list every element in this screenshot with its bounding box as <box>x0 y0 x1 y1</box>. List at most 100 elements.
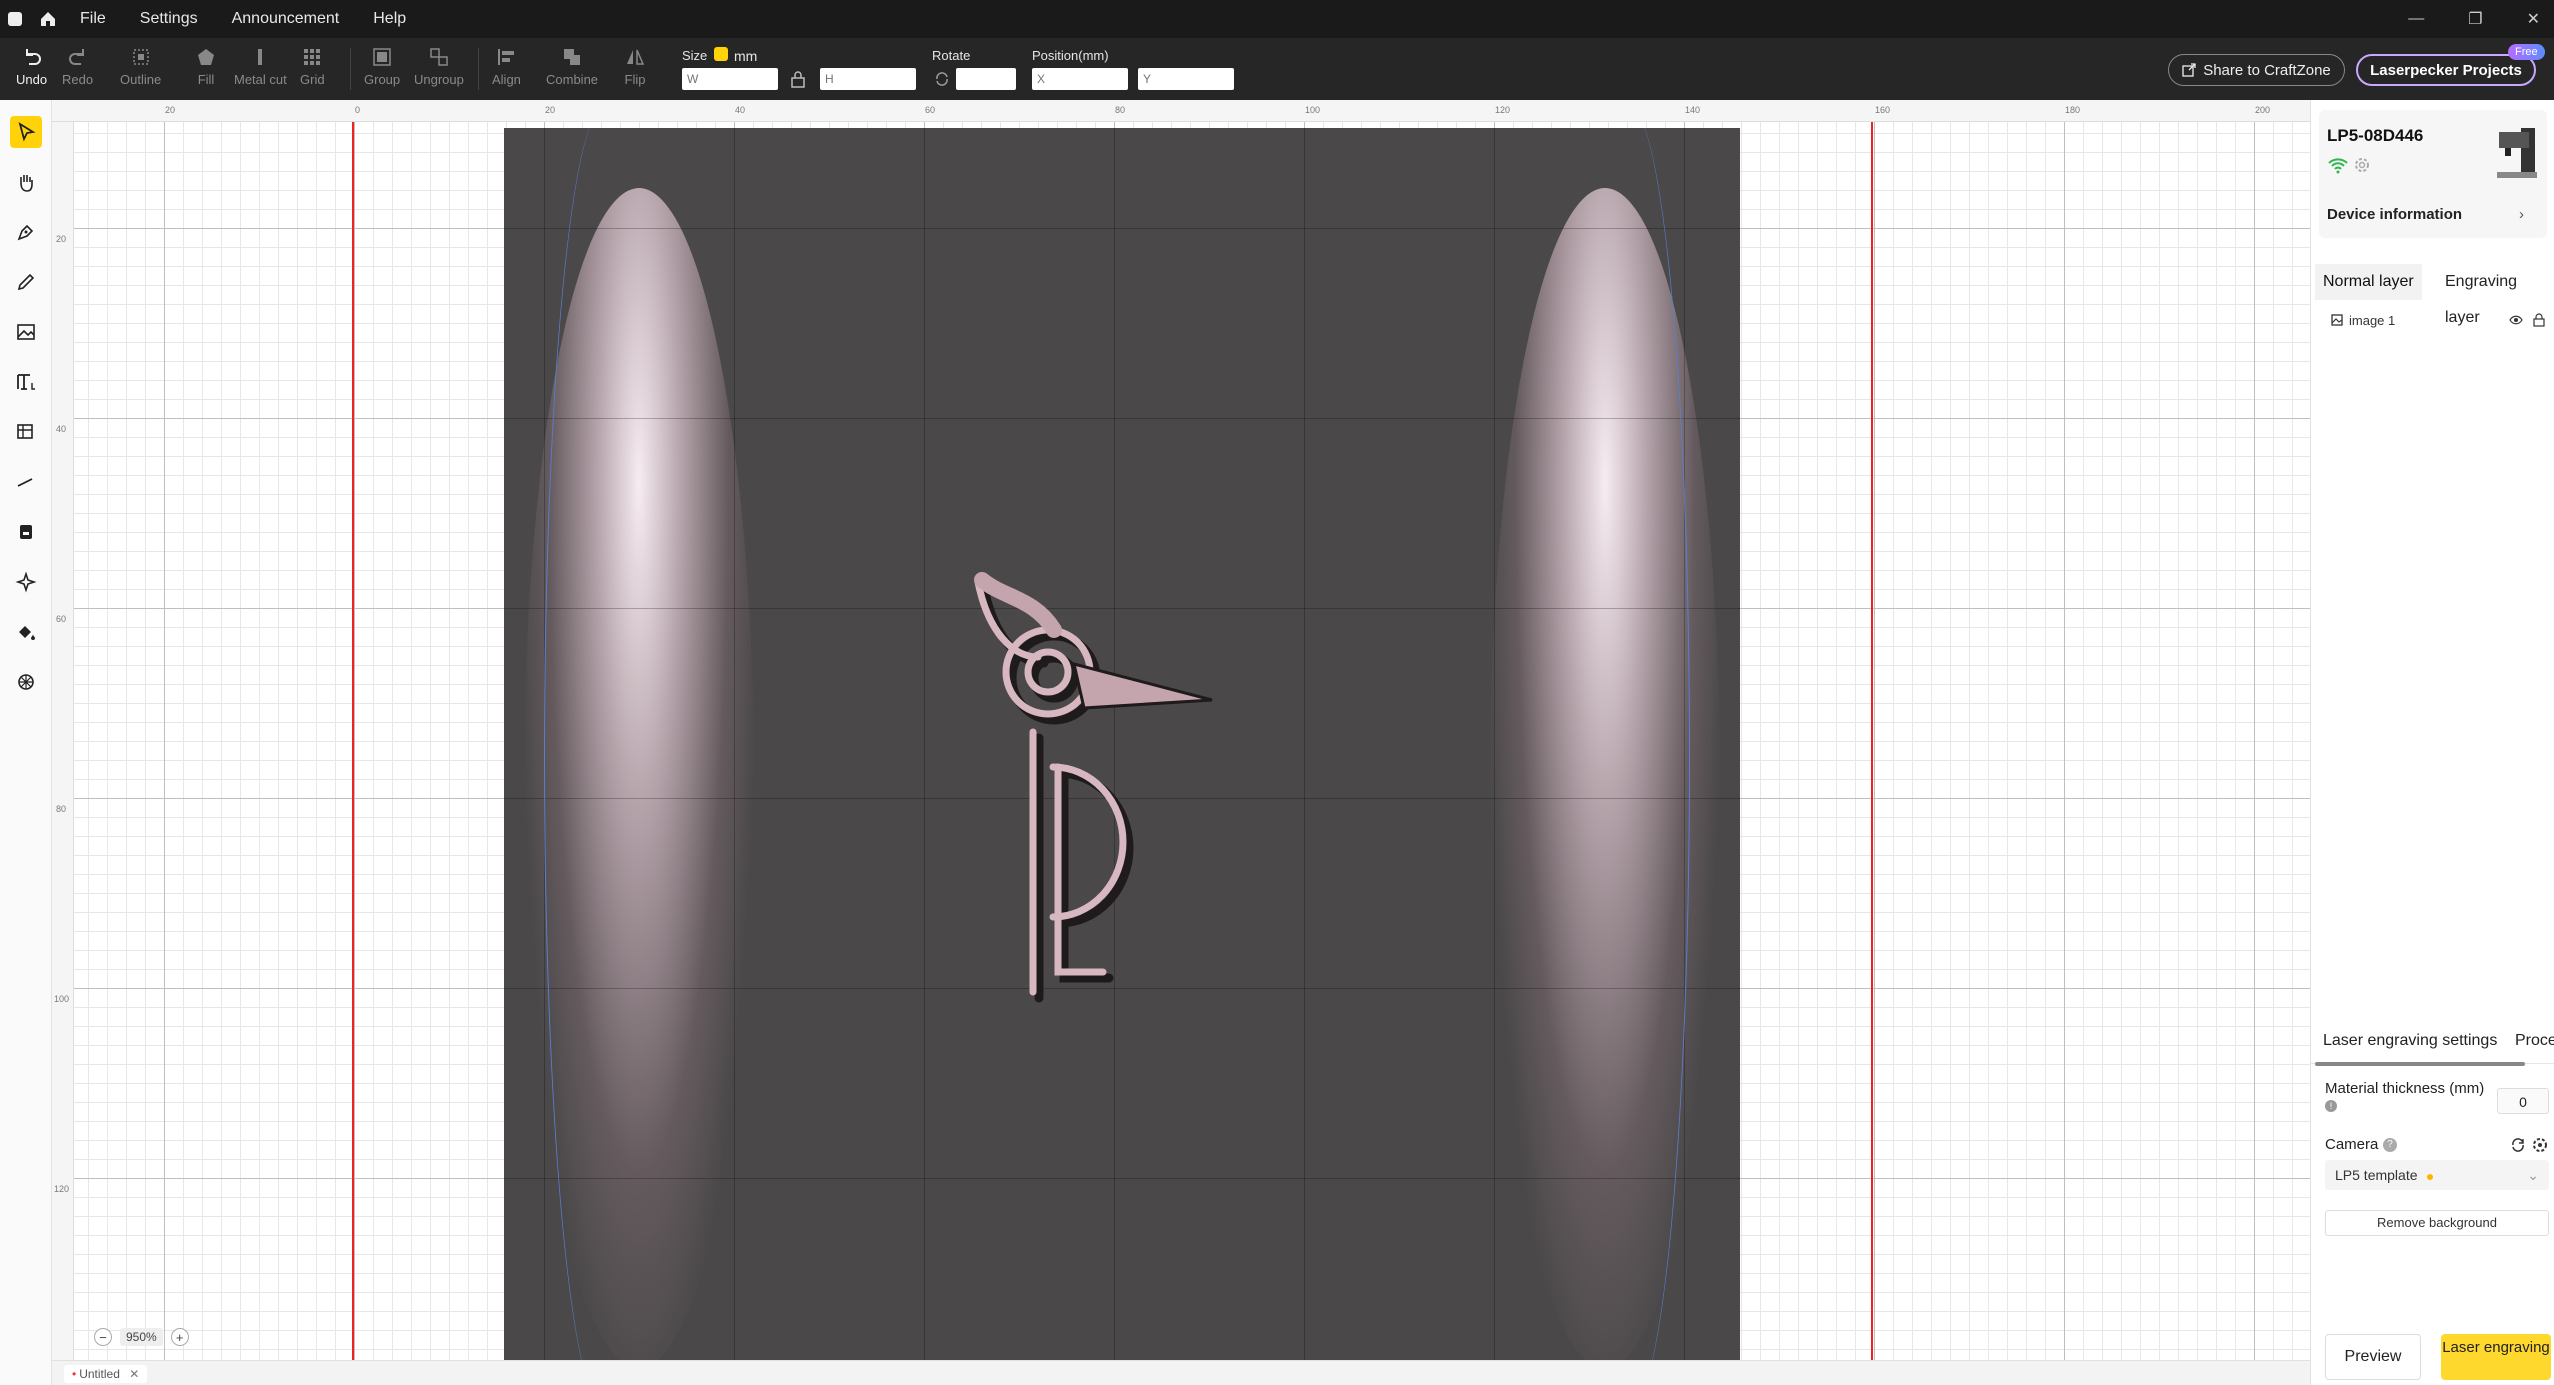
boundary-guide-left <box>352 122 354 1360</box>
ungroup-icon <box>430 48 448 66</box>
ruler-tick: 40 <box>735 105 746 115</box>
menu-file[interactable]: File <box>80 10 106 28</box>
home-icon[interactable] <box>38 9 58 29</box>
width-input[interactable] <box>682 68 778 90</box>
device-information-link[interactable]: Device information <box>2327 206 2462 223</box>
camera-template-select[interactable]: LP5 template ⌄ <box>2325 1160 2549 1190</box>
material-thickness-input[interactable]: 0 <box>2497 1088 2549 1114</box>
y-input[interactable] <box>1138 68 1234 90</box>
device-thumbnail-icon <box>2497 128 2537 178</box>
ruler-tick: 200 <box>2255 105 2271 115</box>
grid-icon <box>304 49 321 65</box>
ruler-tick: 60 <box>925 105 936 115</box>
grid-button[interactable]: Grid <box>300 46 325 87</box>
text-tool[interactable] <box>10 366 42 398</box>
effects-tool[interactable] <box>10 566 42 598</box>
right-panel: LP5-08D446 Device information › Normal l… <box>2310 100 2554 1385</box>
ungroup-button[interactable]: Ungroup <box>414 46 464 87</box>
ruler-tick: 160 <box>1875 105 1891 115</box>
group-button[interactable]: Group <box>364 46 400 87</box>
menu-help[interactable]: Help <box>373 10 406 28</box>
ruler-tick: 60 <box>56 614 67 624</box>
tab-normal-layer[interactable]: Normal layer <box>2315 264 2422 300</box>
ruler-tick: 180 <box>2065 105 2081 115</box>
redo-icon <box>68 49 84 65</box>
layer-row[interactable]: image 1 <box>2331 308 2545 332</box>
metal-cut-button[interactable]: Metal cut <box>234 46 287 87</box>
menu-announcement[interactable]: Announcement <box>232 10 340 28</box>
left-toolbar <box>0 100 52 1385</box>
image-tool[interactable] <box>10 316 42 348</box>
pencil-tool[interactable] <box>10 266 42 298</box>
undo-button[interactable]: Undo <box>16 46 47 87</box>
bed-outline <box>1570 128 1690 1360</box>
x-input[interactable] <box>1032 68 1128 90</box>
align-icon <box>498 49 515 65</box>
hand-tool[interactable] <box>10 166 42 198</box>
laser-engraving-button[interactable]: Laser engraving <box>2441 1334 2551 1380</box>
redo-button[interactable]: Redo <box>62 46 93 87</box>
info-icon[interactable]: ! <box>2325 1100 2337 1112</box>
lock-icon[interactable] <box>2533 313 2545 327</box>
ruler-tick: 120 <box>1495 105 1511 115</box>
table-icon <box>17 424 33 439</box>
combine-button[interactable]: Combine <box>546 46 598 87</box>
boundary-guide-right <box>1871 122 1873 1360</box>
pattern-tool[interactable] <box>10 666 42 698</box>
share-craftzone-button[interactable]: Share to CraftZone <box>2168 54 2345 86</box>
menu-settings[interactable]: Settings <box>140 10 198 28</box>
zoom-level: 950% <box>120 1328 163 1346</box>
help-icon[interactable]: ? <box>2383 1138 2397 1152</box>
align-button[interactable]: Align <box>492 46 521 87</box>
rotate-input[interactable] <box>956 68 1016 90</box>
ruler-tick: 100 <box>1305 105 1321 115</box>
camera-settings-icon[interactable] <box>2531 1136 2549 1154</box>
size-label: Size <box>682 48 708 63</box>
laserpecker-projects-button[interactable]: Laserpecker Projects <box>2356 54 2536 86</box>
share-icon <box>2182 63 2196 77</box>
close-window-button[interactable]: ✕ <box>2527 9 2540 29</box>
remove-background-button[interactable]: Remove background <box>2325 1210 2549 1236</box>
toolbar-divider <box>350 48 351 90</box>
table-text-tool[interactable] <box>10 416 42 448</box>
camera-image[interactable] <box>504 128 1740 1360</box>
fill-bucket-tool[interactable] <box>10 616 42 648</box>
tab-process[interactable]: Proces <box>2515 1032 2554 1050</box>
select-tool[interactable] <box>10 116 42 148</box>
preview-button[interactable]: Preview <box>2325 1334 2421 1380</box>
minimize-button[interactable]: — <box>2408 10 2424 28</box>
layer-name: image 1 <box>2349 312 2396 328</box>
zoom-out-button[interactable]: − <box>94 1328 112 1346</box>
line-tool[interactable] <box>10 466 42 498</box>
height-input[interactable] <box>820 68 916 90</box>
work-canvas[interactable] <box>74 122 2310 1360</box>
gear-icon[interactable] <box>2353 156 2371 174</box>
close-tab-icon[interactable]: ✕ <box>129 1367 139 1381</box>
wifi-icon <box>2328 158 2348 174</box>
hand-icon <box>20 175 33 192</box>
left-ruler: 20 40 60 80 100 120 <box>52 122 74 1360</box>
lock-ratio-icon[interactable] <box>790 70 806 88</box>
maximize-button[interactable]: ❐ <box>2468 9 2482 29</box>
flip-icon <box>627 49 645 65</box>
document-tab[interactable]: • Untitled ✕ <box>64 1365 148 1383</box>
tab-engraving-layer[interactable]: Engraving layer <box>2437 264 2554 326</box>
flip-button[interactable]: Flip <box>624 46 646 87</box>
ruler-tick: 20 <box>56 234 67 244</box>
star-icon <box>2427 1174 2434 1180</box>
position-label: Position(mm) <box>1032 48 1109 63</box>
unit-toggle-icon[interactable] <box>714 47 728 61</box>
free-badge: Free <box>2508 44 2545 60</box>
outline-button[interactable]: Outline <box>120 46 161 87</box>
material-tool[interactable] <box>10 516 42 548</box>
material-thickness-label: Material thickness (mm) <box>2325 1080 2485 1097</box>
fill-button[interactable]: Fill <box>195 46 217 87</box>
ruler-tick: 20 <box>545 105 556 115</box>
fill-icon <box>198 49 214 65</box>
zoom-in-button[interactable]: + <box>170 1328 189 1346</box>
tab-laser-engraving-settings[interactable]: Laser engraving settings <box>2323 1032 2497 1050</box>
eye-icon[interactable] <box>2509 314 2523 326</box>
pen-tool[interactable] <box>10 216 42 248</box>
refresh-icon[interactable] <box>2509 1136 2527 1154</box>
outline-icon <box>132 49 149 65</box>
